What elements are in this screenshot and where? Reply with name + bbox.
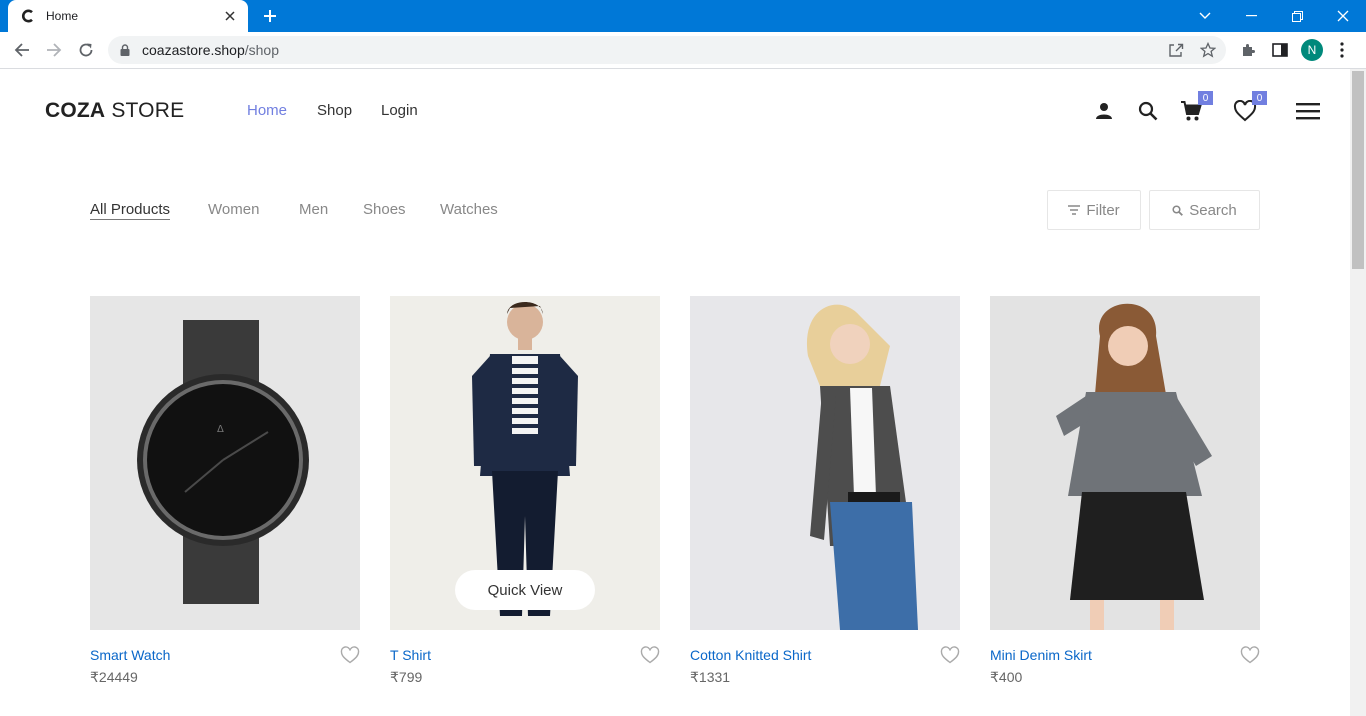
new-tab-button[interactable]: [258, 4, 282, 28]
lock-icon[interactable]: [120, 43, 134, 57]
product-image-smart-watch[interactable]: Δ: [90, 296, 360, 630]
tab-title: Home: [46, 9, 79, 23]
tab-search-chevron-icon[interactable]: [1182, 0, 1228, 32]
product-name[interactable]: T Shirt: [390, 647, 431, 663]
category-shoes[interactable]: Shoes: [363, 201, 406, 218]
reload-icon[interactable]: [72, 36, 100, 64]
product-wishlist-heart-icon[interactable]: [1240, 646, 1260, 664]
browser-toolbar: coazastore.shop/shop: [0, 32, 1366, 69]
page-scrollbar[interactable]: [1350, 69, 1366, 716]
product-wishlist-heart-icon[interactable]: [340, 646, 360, 664]
back-arrow-icon[interactable]: [8, 36, 36, 64]
site-logo[interactable]: COZA STORE: [45, 99, 184, 123]
product-name[interactable]: Smart Watch: [90, 647, 170, 663]
product-card[interactable]: Δ Smart Watch ₹24449: [90, 296, 360, 685]
url-text: coazastore.shop/shop: [142, 42, 279, 58]
search-label: Search: [1189, 201, 1237, 219]
search-toggle-button[interactable]: Search: [1149, 190, 1260, 230]
product-name[interactable]: Mini Denim Skirt: [990, 647, 1092, 663]
url-host: coazastore.shop: [142, 42, 245, 58]
url-path: /shop: [244, 42, 279, 58]
wishlist-count-badge: 0: [1252, 91, 1267, 105]
product-name[interactable]: Cotton Knitted Shirt: [690, 647, 811, 663]
product-wishlist-heart-icon[interactable]: [940, 646, 960, 664]
scrollbar-thumb[interactable]: [1352, 71, 1364, 269]
category-women[interactable]: Women: [208, 201, 259, 218]
product-card[interactable]: Mini Denim Skirt ₹400: [990, 296, 1260, 685]
nav-home[interactable]: Home: [247, 102, 287, 119]
bookmark-star-icon[interactable]: [1196, 38, 1220, 62]
nav-login[interactable]: Login: [381, 102, 418, 119]
product-price: ₹24449: [90, 669, 138, 685]
logo-light-text: STORE: [105, 99, 185, 122]
side-panel-icon[interactable]: [1268, 38, 1292, 62]
filter-button[interactable]: Filter: [1047, 190, 1141, 230]
logo-bold-text: COZA: [45, 99, 106, 122]
share-icon[interactable]: [1164, 38, 1188, 62]
category-men[interactable]: Men: [299, 201, 328, 218]
search-icon[interactable]: [1135, 98, 1161, 124]
window-close-icon[interactable]: [1320, 0, 1366, 32]
product-image-cotton-knitted-shirt[interactable]: [690, 296, 960, 630]
extensions-puzzle-icon[interactable]: [1236, 38, 1260, 62]
product-card[interactable]: Quick View T Shirt ₹799: [390, 296, 660, 685]
hamburger-menu-icon[interactable]: [1295, 98, 1321, 124]
browser-tab[interactable]: Home: [8, 0, 248, 32]
category-watches[interactable]: Watches: [440, 201, 498, 218]
quick-view-button[interactable]: Quick View: [455, 570, 595, 610]
store-page: COZA STORE Home Shop Login 0 0 All Produ…: [0, 69, 1350, 716]
product-wishlist-heart-icon[interactable]: [640, 646, 660, 664]
minimize-icon[interactable]: [1228, 0, 1274, 32]
product-image-t-shirt[interactable]: Quick View: [390, 296, 660, 630]
user-account-icon[interactable]: [1091, 98, 1117, 124]
search-small-icon: [1172, 204, 1184, 216]
cart-count-badge: 0: [1198, 91, 1213, 105]
tab-close-icon[interactable]: [222, 8, 238, 24]
category-all-products[interactable]: All Products: [90, 201, 171, 220]
profile-avatar[interactable]: N: [1301, 39, 1323, 61]
address-bar[interactable]: coazastore.shop/shop: [108, 36, 1226, 64]
product-price: ₹400: [990, 669, 1023, 685]
product-price: ₹799: [390, 669, 423, 685]
browser-tab-bar: Home: [0, 0, 1366, 32]
browser-menu-icon[interactable]: [1330, 38, 1354, 62]
filter-icon: [1068, 205, 1081, 215]
site-favicon-icon: [20, 8, 36, 24]
forward-arrow-icon[interactable]: [40, 36, 68, 64]
filter-label: Filter: [1086, 201, 1120, 219]
product-image-mini-denim-skirt[interactable]: [990, 296, 1260, 630]
product-price: ₹1331: [690, 669, 731, 685]
product-card[interactable]: Cotton Knitted Shirt ₹1331: [690, 296, 960, 685]
nav-shop[interactable]: Shop: [317, 102, 352, 119]
restore-icon[interactable]: [1274, 0, 1320, 32]
svg-text:Δ: Δ: [217, 424, 224, 435]
